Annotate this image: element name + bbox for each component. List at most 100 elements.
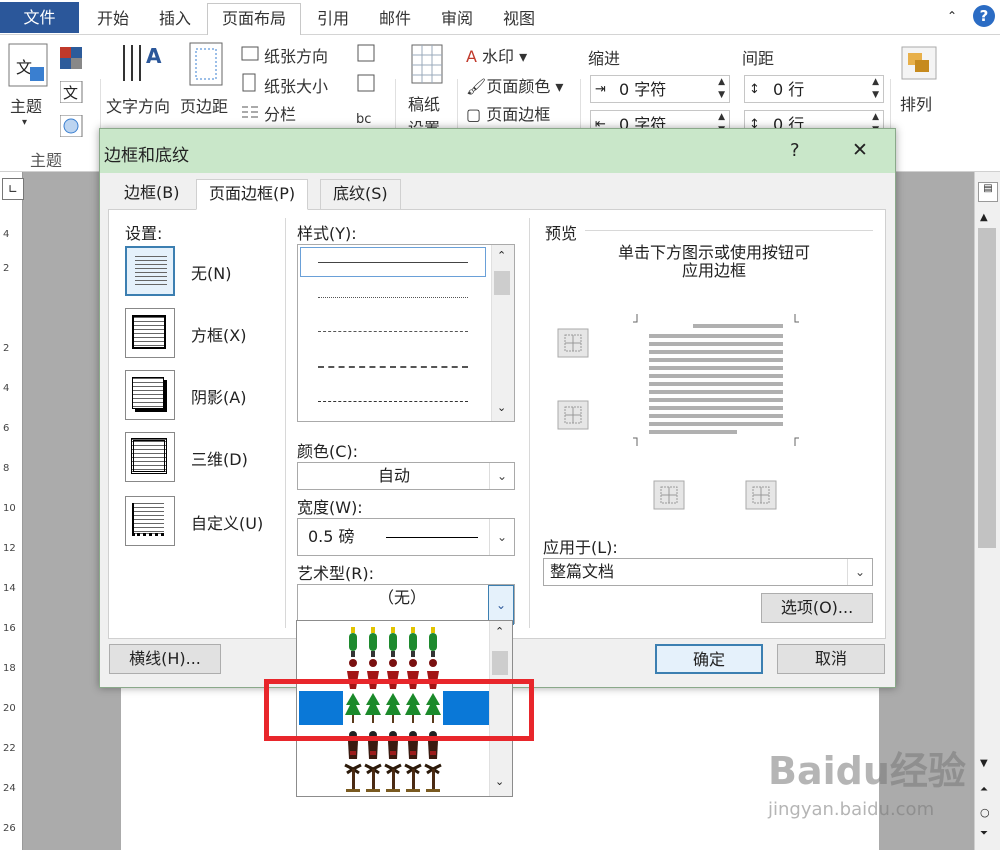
style-listbox[interactable]: ⌃ ⌄ bbox=[297, 244, 515, 422]
cancel-button[interactable]: 取消 bbox=[777, 644, 885, 674]
chevron-down-icon[interactable]: ⌄ bbox=[489, 519, 514, 555]
setting-box-preview bbox=[132, 315, 166, 349]
theme-effects-icon[interactable] bbox=[60, 115, 84, 137]
page-color-button[interactable]: 🖌页面颜色 ▾ bbox=[466, 73, 563, 97]
tab-mailings[interactable]: 邮件 bbox=[368, 4, 422, 34]
style-dash-line[interactable] bbox=[318, 366, 468, 368]
help-icon[interactable]: ? bbox=[973, 5, 995, 27]
columns-icon[interactable] bbox=[240, 103, 260, 123]
orientation-button[interactable]: 纸张方向 bbox=[264, 43, 328, 67]
left-border-button-icon[interactable] bbox=[653, 480, 685, 510]
scroll-thumb[interactable] bbox=[492, 651, 508, 675]
arrange-button[interactable]: 排列 bbox=[900, 91, 932, 115]
theme-fonts-icon[interactable]: 文 bbox=[60, 81, 84, 103]
tab-shading[interactable]: 底纹(S) bbox=[320, 179, 401, 209]
chevron-down-icon[interactable]: ⌄ bbox=[488, 585, 514, 625]
spacing-before-icon: ↕ bbox=[749, 82, 760, 97]
options-button[interactable]: 选项(O)... bbox=[761, 593, 873, 623]
tab-insert[interactable]: 插入 bbox=[148, 4, 202, 34]
apply-to-label: 应用于(L): bbox=[543, 538, 618, 557]
setting-custom-label[interactable]: 自定义(U) bbox=[191, 510, 263, 534]
baidu-watermark: Baidu经验 jingyan.baidu.com bbox=[768, 740, 998, 840]
collapse-ribbon-icon[interactable]: ⌃ bbox=[947, 9, 957, 23]
close-icon[interactable]: ✕ bbox=[852, 139, 868, 161]
setting-3d-preview bbox=[131, 438, 167, 474]
ok-button[interactable]: 确定 bbox=[655, 644, 763, 674]
tab-page-border[interactable]: 页面边框(P) bbox=[196, 179, 309, 210]
style-dotted-line[interactable] bbox=[318, 297, 468, 298]
tab-selector-icon[interactable]: ∟ bbox=[2, 178, 24, 200]
scroll-down-icon[interactable]: ⌄ bbox=[497, 401, 506, 414]
setting-none-label[interactable]: 无(N) bbox=[191, 260, 231, 284]
palm-tree-icon bbox=[384, 763, 402, 792]
spacing-before-input[interactable]: ↕ 0 行 ▲ ▼ bbox=[744, 75, 884, 103]
arrange-icon[interactable] bbox=[900, 45, 938, 81]
bottom-border-button-icon[interactable] bbox=[557, 400, 589, 430]
chevron-down-icon[interactable]: ⌄ bbox=[489, 463, 514, 489]
page-border-button[interactable]: ▢ 页面边框 bbox=[466, 101, 550, 125]
breaks-linenumbers-hyphen-icons[interactable]: bc bbox=[354, 43, 382, 133]
color-select[interactable]: 自动 ⌄ bbox=[297, 462, 515, 490]
size-button[interactable]: 纸张大小 bbox=[264, 73, 328, 97]
scroll-thumb[interactable] bbox=[494, 271, 510, 295]
svg-text:文: 文 bbox=[16, 58, 32, 77]
setting-3d-label[interactable]: 三维(D) bbox=[191, 446, 248, 470]
spinner-arrows-icon[interactable]: ▲▼ bbox=[872, 76, 879, 102]
setting-box-icon[interactable] bbox=[125, 308, 175, 358]
apply-to-select[interactable]: 整篇文档 ⌄ bbox=[543, 558, 873, 586]
tab-borders[interactable]: 边框(B) bbox=[112, 179, 191, 209]
style-dash-dot-line[interactable] bbox=[318, 401, 468, 402]
setting-custom-icon[interactable] bbox=[125, 496, 175, 546]
margins-label[interactable]: 页边距 bbox=[180, 93, 228, 117]
spinner-arrows-icon[interactable]: ▲▼ bbox=[718, 76, 725, 102]
indent-left-input[interactable]: ⇥ 0 字符 ▲ ▼ bbox=[590, 75, 730, 103]
tab-view[interactable]: 视图 bbox=[492, 4, 546, 34]
margins-icon[interactable] bbox=[188, 41, 226, 87]
orientation-icon[interactable] bbox=[240, 43, 260, 63]
tab-page-layout[interactable]: 页面布局 bbox=[207, 3, 301, 35]
theme-button-label[interactable]: 主题 bbox=[10, 93, 42, 117]
setting-3d-icon[interactable] bbox=[125, 432, 175, 482]
style-scrollbar[interactable]: ⌃ ⌄ bbox=[491, 245, 514, 421]
style-solid-line[interactable] bbox=[318, 262, 468, 263]
art-option-palm-trees[interactable] bbox=[343, 761, 443, 795]
scroll-up-icon[interactable]: ⌃ bbox=[497, 249, 506, 262]
columns-button[interactable]: 分栏 bbox=[264, 101, 296, 125]
art-option-cactus[interactable] bbox=[343, 625, 443, 659]
setting-shadow-label[interactable]: 阴影(A) bbox=[191, 384, 246, 408]
right-border-button-icon[interactable] bbox=[745, 480, 777, 510]
help-button[interactable]: ? bbox=[790, 140, 800, 161]
width-value: 0.5 磅 bbox=[308, 527, 355, 546]
chevron-down-icon[interactable]: ⌄ bbox=[847, 559, 872, 585]
palm-tree-icon bbox=[364, 763, 382, 792]
svg-text:文: 文 bbox=[63, 84, 78, 102]
manuscript-icon[interactable] bbox=[410, 43, 446, 85]
setting-none-icon[interactable] bbox=[125, 246, 175, 296]
tab-review[interactable]: 审阅 bbox=[430, 4, 484, 34]
tab-home[interactable]: 开始 bbox=[86, 4, 140, 34]
theme-colors-icon[interactable] bbox=[60, 47, 84, 69]
text-direction-label[interactable]: 文字方向 bbox=[106, 93, 170, 117]
dialog-title-bar[interactable]: 边框和底纹 ? ✕ bbox=[100, 129, 895, 173]
setting-shadow-icon[interactable] bbox=[125, 370, 175, 420]
scroll-down-icon[interactable]: ⌄ bbox=[495, 775, 504, 788]
scroll-up-icon[interactable]: ⌃ bbox=[495, 625, 504, 638]
top-border-button-icon[interactable] bbox=[557, 328, 589, 358]
border-preview-diagram[interactable] bbox=[633, 314, 799, 446]
width-select[interactable]: 0.5 磅 ⌄ bbox=[297, 518, 515, 556]
text-direction-icon[interactable]: A bbox=[118, 41, 166, 87]
theme-icon[interactable]: 文 bbox=[8, 43, 48, 87]
palm-tree-icon bbox=[344, 763, 362, 792]
setting-box-label[interactable]: 方框(X) bbox=[191, 322, 246, 346]
scroll-thumb[interactable] bbox=[978, 228, 996, 548]
style-small-dash-line[interactable] bbox=[318, 331, 468, 332]
watermark-button[interactable]: A 水印 ▾ bbox=[466, 43, 527, 67]
size-icon[interactable] bbox=[240, 73, 260, 93]
art-select[interactable]: （无） ⌄ bbox=[297, 584, 515, 625]
tab-file[interactable]: 文件 bbox=[0, 2, 79, 33]
scroll-up-icon[interactable]: ▲ bbox=[980, 212, 988, 223]
tab-references[interactable]: 引用 bbox=[306, 4, 360, 34]
theme-dropdown-icon[interactable]: ▾ bbox=[22, 117, 27, 128]
view-ruler-icon[interactable]: ▤ bbox=[978, 182, 998, 202]
horizontal-line-button[interactable]: 横线(H)... bbox=[109, 644, 221, 674]
